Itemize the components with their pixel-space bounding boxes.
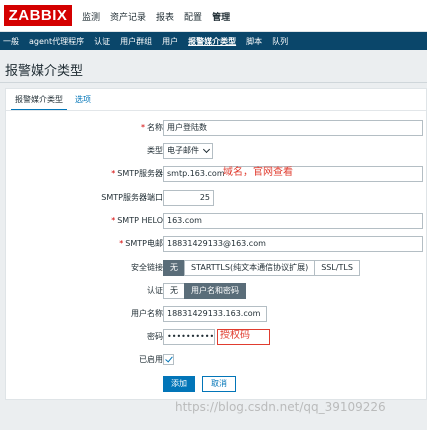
smtp-helo-input[interactable]: 163.com [163,213,423,229]
tab-divider [6,110,426,111]
username-row: 用户名称 18831429133.163.com [6,306,426,322]
nav-inventory[interactable]: 资产记录 [110,10,146,23]
smtp-helo-row: * SMTP HELO 163.com [6,213,426,229]
smtp-email-input[interactable]: 18831429133@163.com [163,236,423,252]
type-row: 类型 电子邮件 [6,143,426,159]
security-row: 安全链接 无 STARTTLS(纯文本通信协议扩展) SSL/TLS [6,260,426,276]
actions-row: 添加 取消 [6,376,426,392]
smtp-port-row: SMTP服务器端口 25 [6,190,426,206]
subnav-scripts[interactable]: 脚本 [246,36,262,47]
nav-administration[interactable]: 管理 [212,10,230,23]
security-label: 安全链接 [131,263,163,272]
subnav-queue[interactable]: 队列 [272,36,288,47]
auth-row: 认证 无 用户名和密码 [6,283,426,299]
watermark: https://blog.csdn.net/qq_39109226 [175,400,386,414]
smtp-server-row: * SMTP服务器 smtp.163.com 域名，官网查看 [6,166,426,182]
add-button[interactable]: 添加 [163,376,195,392]
smtp-helo-label: SMTP HELO [117,216,163,225]
enabled-row: 已启用 [6,352,426,368]
smtp-server-annotation: 域名，官网查看 [223,167,293,178]
subnav-users[interactable]: 用户 [162,36,178,47]
subnav-general[interactable]: 一般 [3,36,19,47]
main-nav: 监测 资产记录 报表 配置 管理 [82,10,240,23]
subnav-authentication[interactable]: 认证 [94,36,110,47]
password-annotation: 授权码 [220,330,250,341]
title-divider [0,82,427,83]
form-panel: 报警媒介类型 选项 * 名称 用户登陆数 类型 电子邮件 * SMTP服务器 smt… [5,88,427,400]
zabbix-logo[interactable]: ZABBIX [4,5,72,26]
name-row: * 名称 用户登陆数 [6,120,426,136]
auth-label: 认证 [147,286,163,295]
enabled-label: 已启用 [139,355,163,364]
tab-options[interactable]: 选项 [71,93,95,111]
sub-nav: 一般 agent代理程序 认证 用户群组 用户 报警媒介类型 脚本 队列 [0,32,427,50]
chevron-down-icon [202,145,211,154]
type-label: 类型 [147,146,163,155]
auth-option-none[interactable]: 无 [163,283,185,299]
username-label: 用户名称 [131,309,163,318]
username-input[interactable]: 18831429133.163.com [163,306,267,322]
smtp-server-input[interactable]: smtp.163.com [163,166,423,182]
subnav-media-types[interactable]: 报警媒介类型 [188,36,236,47]
password-input[interactable]: ••••••••••••••• [163,329,215,345]
security-option-none[interactable]: 无 [163,260,185,276]
top-header: ZABBIX 监测 资产记录 报表 配置 管理 [0,0,427,32]
password-label: 密码 [147,332,163,341]
smtp-server-label: SMTP服务器 [117,169,163,178]
name-input[interactable]: 用户登陆数 [163,120,423,136]
type-select[interactable]: 电子邮件 [163,143,213,159]
security-option-ssl-tls[interactable]: SSL/TLS [314,260,360,276]
tab-bar: 报警媒介类型 选项 [11,93,99,111]
nav-reports[interactable]: 报表 [156,10,174,23]
smtp-email-label: SMTP电邮 [125,239,163,248]
security-option-starttls[interactable]: STARTTLS(纯文本通信协议扩展) [184,260,316,276]
smtp-port-label: SMTP服务器端口 [101,193,163,202]
security-segmented-control: 无 STARTTLS(纯文本通信协议扩展) SSL/TLS [163,260,360,276]
type-select-value: 电子邮件 [167,146,199,155]
cancel-button[interactable]: 取消 [202,376,236,392]
subnav-user-groups[interactable]: 用户群组 [120,36,152,47]
name-label: 名称 [147,123,163,132]
smtp-port-input[interactable]: 25 [163,190,214,206]
password-row: 密码 ••••••••••••••• 授权码 [6,329,426,345]
subnav-proxies[interactable]: agent代理程序 [29,36,84,47]
enabled-checkbox[interactable] [163,354,174,365]
tab-media-type[interactable]: 报警媒介类型 [11,93,67,111]
smtp-email-row: * SMTP电邮 18831429133@163.com [6,236,426,252]
page-title: 报警媒介类型 [5,64,84,79]
nav-configuration[interactable]: 配置 [184,10,202,23]
auth-option-username-password[interactable]: 用户名和密码 [184,283,246,299]
auth-segmented-control: 无 用户名和密码 [163,283,246,299]
nav-monitoring[interactable]: 监测 [82,10,100,23]
